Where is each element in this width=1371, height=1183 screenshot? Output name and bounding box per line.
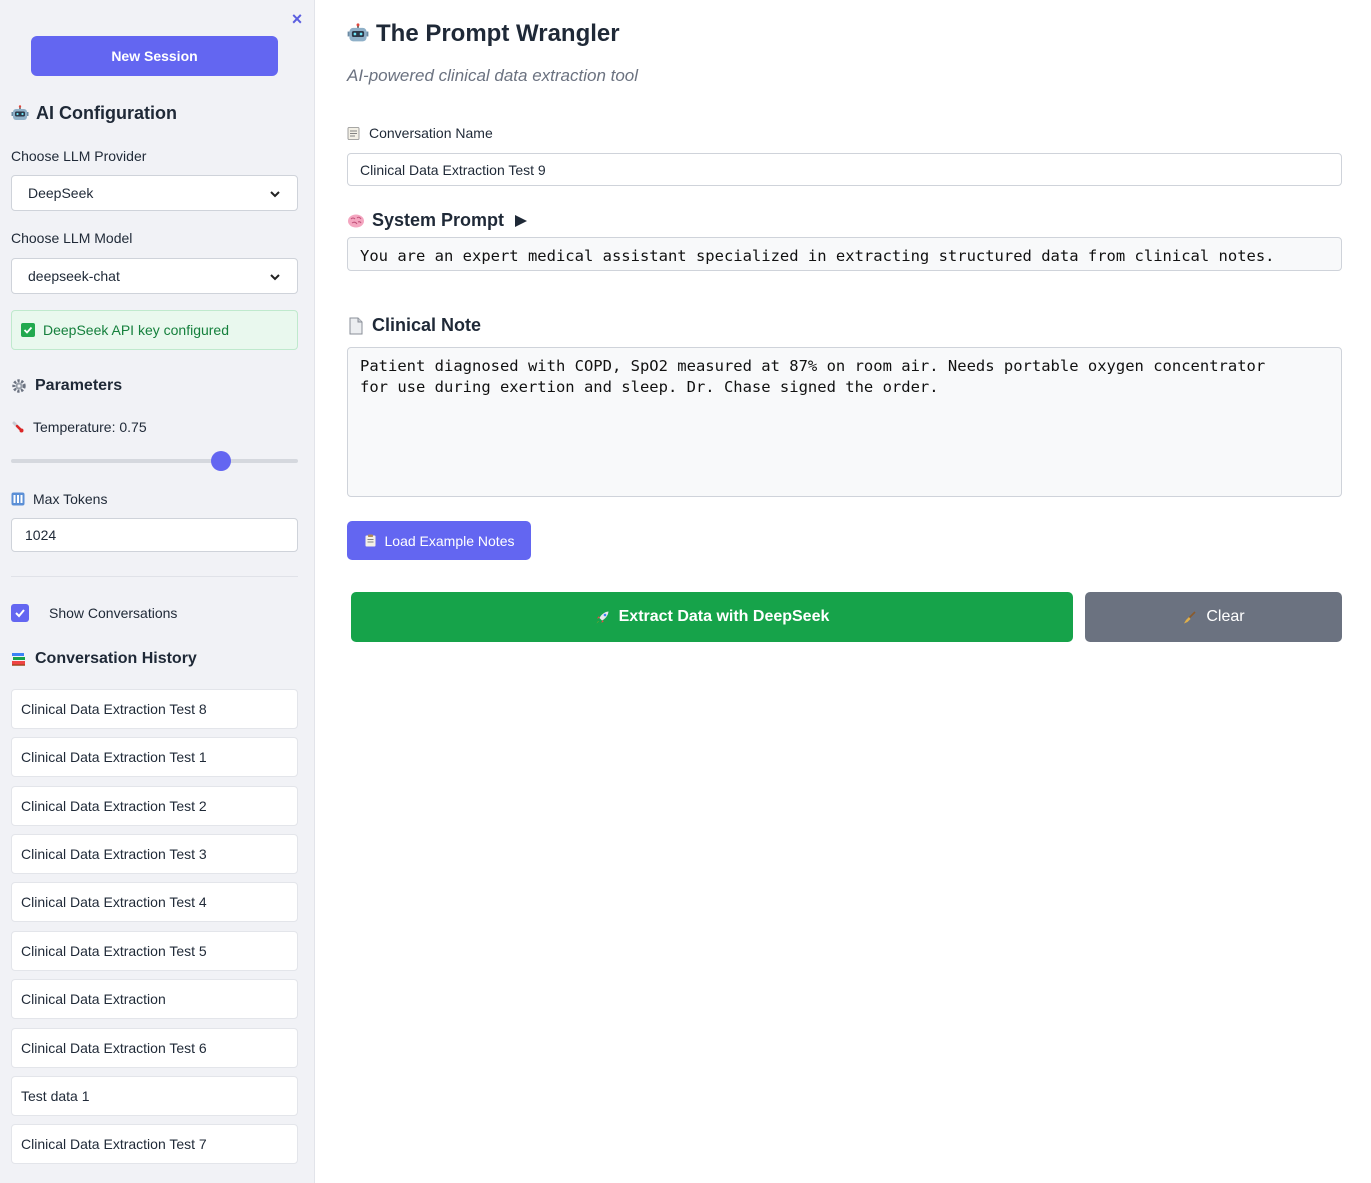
page-subtitle: AI-powered clinical data extraction tool [347,66,639,85]
model-select-value: deepseek-chat [28,268,120,284]
conversation-item[interactable]: Clinical Data Extraction Test 5 [11,931,298,971]
system-prompt-title: System Prompt [372,210,505,230]
clear-button[interactable]: Clear [1085,592,1342,642]
conversation-item[interactable]: Clinical Data Extraction Test 4 [11,882,298,922]
temperature-label: Temperature: 0.75 [11,419,147,435]
model-label: Choose LLM Model [11,230,133,246]
conversation-item[interactable]: Clinical Data Extraction Test 1 [11,737,298,777]
clinical-note-textarea[interactable]: Patient diagnosed with COPD, SpO2 measur… [347,347,1342,497]
conversation-name-input[interactable]: Clinical Data Extraction Test 9 [347,153,1342,186]
conversation-item[interactable]: Clinical Data Extraction Test 2 [11,786,298,826]
conversation-item[interactable]: Clinical Data Extraction Test 7 [11,1124,298,1164]
extract-data-label: Extract Data with DeepSeek [618,608,830,625]
sidebar-divider [11,576,298,577]
gear-icon [11,378,27,394]
conversation-item[interactable]: Clinical Data Extraction Test 6 [11,1028,298,1068]
conversation-history-title: Conversation History [35,650,197,667]
conversation-item[interactable]: Test data 1 [11,1076,298,1116]
sidebar: × New Session AI Configuration Choose LL… [0,0,315,1183]
clinical-note-heading: Clinical Note [347,315,481,336]
thermometer-icon [11,420,25,434]
max-tokens-label: Max Tokens [11,491,107,507]
provider-select-value: DeepSeek [28,185,94,201]
books-icon [11,651,27,667]
clear-label: Clear [1206,608,1245,625]
close-sidebar-icon[interactable]: × [288,9,306,29]
show-conversations-label[interactable]: Show Conversations [49,604,177,622]
parameters-title: Parameters [35,377,123,394]
chevron-down-icon [269,270,281,282]
page-title: The Prompt Wrangler [347,20,620,48]
memo-icon [347,126,360,140]
conversation-history-heading: Conversation History [11,650,197,668]
temperature-text: Temperature: 0.75 [33,419,147,435]
check-icon [21,323,35,337]
conversation-item[interactable]: Clinical Data Extraction [11,979,298,1019]
provider-label: Choose LLM Provider [11,148,147,164]
conversation-name-label-text: Conversation Name [369,125,493,141]
page-icon [347,317,365,335]
extract-data-button[interactable]: Extract Data with DeepSeek [351,592,1073,642]
numbers-icon [11,492,25,506]
api-key-status: DeepSeek API key configured [11,310,298,350]
rocket-icon [595,610,610,625]
conversation-item[interactable]: Clinical Data Extraction Test 3 [11,834,298,874]
max-tokens-input[interactable]: 1024 [11,518,298,552]
chevron-down-icon [269,187,281,199]
broom-icon [1182,610,1197,625]
robot-icon [347,23,369,45]
model-select[interactable]: deepseek-chat [11,258,298,294]
expand-play-icon[interactable] [514,214,528,228]
conversation-item[interactable]: Clinical Data Extraction Test 8 [11,689,298,729]
robot-icon [11,104,29,123]
system-prompt-heading[interactable]: System Prompt [347,210,528,231]
ai-configuration-heading: AI Configuration [11,103,177,124]
brain-icon [347,212,365,230]
temperature-slider-track[interactable] [11,459,298,463]
max-tokens-text: Max Tokens [33,491,108,507]
clipboard-icon [364,534,377,547]
clinical-note-title: Clinical Note [372,315,482,335]
new-session-button[interactable]: New Session [31,36,278,76]
api-key-status-text: DeepSeek API key configured [43,322,230,338]
ai-configuration-title: AI Configuration [36,103,177,123]
system-prompt-textarea[interactable]: You are an expert medical assistant spec… [347,237,1342,271]
parameters-heading: Parameters [11,377,122,395]
load-example-notes-button[interactable]: Load Example Notes [347,521,531,560]
load-example-notes-label: Load Example Notes [384,532,515,549]
show-conversations-checkbox[interactable] [11,604,29,622]
temperature-slider-thumb[interactable] [211,451,232,471]
conversation-name-label: Conversation Name [347,125,493,141]
provider-select[interactable]: DeepSeek [11,175,298,211]
page-title-text: The Prompt Wrangler [376,20,620,47]
